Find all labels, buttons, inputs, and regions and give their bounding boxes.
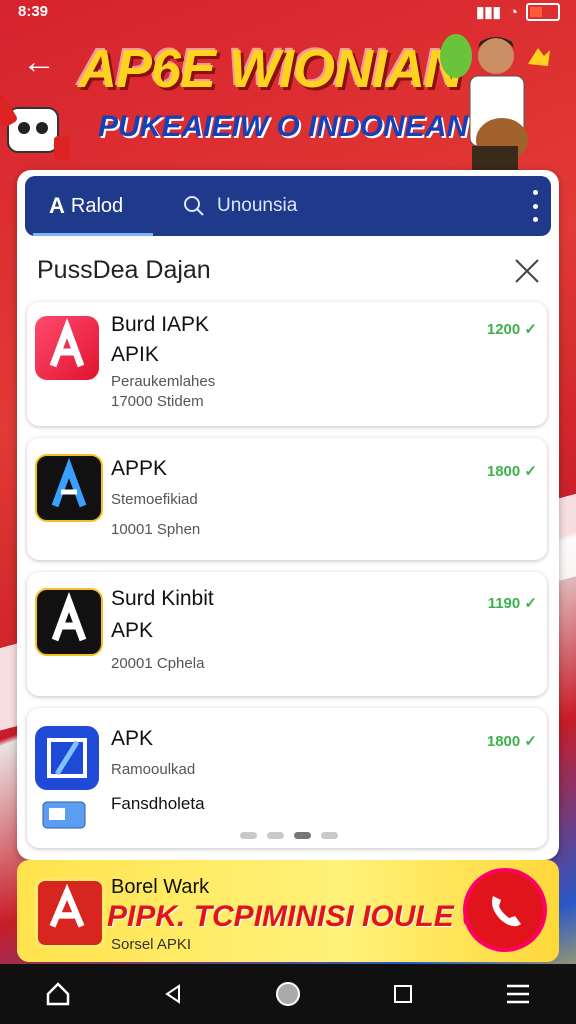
list-item[interactable]: APPK Stemoefikiad 10001 Sphen 1800 ✓	[27, 438, 547, 560]
download-count: 1800 ✓	[486, 463, 537, 480]
app-meta: 17000 Stidem	[111, 393, 204, 410]
back-triangle-icon[interactable]	[153, 974, 193, 1014]
hero-subtitle: PUKEAIEIW O INDONEAN	[98, 110, 469, 143]
list-item[interactable]: APK Ramooulkad Fansdholeta 1800 ✓	[27, 708, 547, 848]
more-options-icon[interactable]	[525, 190, 545, 222]
app-logo-pink-icon	[35, 316, 99, 380]
system-navigation-bar	[0, 964, 576, 1024]
wifi-icon: ◔	[508, 3, 518, 21]
tab-indicator	[33, 233, 153, 236]
share-icon[interactable]	[524, 42, 554, 72]
card-chip-icon	[42, 801, 86, 829]
tab-ralod[interactable]: A Ralod	[33, 176, 153, 236]
download-count: 1190 ✓	[487, 595, 537, 612]
page-dot[interactable]	[240, 832, 257, 839]
app-logo-dark-icon	[35, 588, 103, 656]
app-logo-blue-icon	[35, 726, 99, 790]
download-count: 1800 ✓	[486, 733, 537, 750]
search-icon	[184, 196, 204, 216]
app-name-line2: APIK	[111, 343, 159, 366]
list-item[interactable]: Burd IAPK APIK Peraukemlahes 17000 Stide…	[27, 302, 547, 426]
page-dot-active[interactable]	[294, 832, 311, 839]
promo-app-icon	[35, 878, 105, 948]
app-name-line2: APK	[111, 619, 154, 642]
app-meta: 20001 Cphela	[111, 655, 205, 672]
status-bar: 8:39 ▮▮▮ ◔	[0, 0, 576, 26]
status-time: 8:39	[18, 3, 49, 20]
app-description: Ramooulkad	[111, 761, 196, 778]
close-icon[interactable]	[512, 256, 542, 286]
signal-icon: ▮▮▮	[476, 4, 501, 21]
app-list-card: A Ralod Unounsia PussDea Dajan Burd IAPK…	[17, 170, 559, 860]
pagination-dots	[240, 832, 338, 839]
hero-banner: ← AP6E WIONIAN PUKEAIEIW O INDONEAN	[0, 26, 576, 176]
promo-banner[interactable]: Borel Wark PIPK. TCPIMINISI IOULE 600% S…	[17, 860, 559, 962]
list-item[interactable]: Surd Kinbit APK 20001 Cphela 1190 ✓	[27, 572, 547, 696]
robot-mascot-icon	[0, 95, 70, 160]
tab-label: Ralod	[70, 194, 124, 217]
app-meta: Fansdholeta	[111, 794, 205, 813]
section-title: PussDea Dajan	[37, 256, 211, 284]
status-icons: ▮▮▮ ◔	[476, 3, 560, 21]
home-icon[interactable]	[38, 974, 78, 1014]
home-circle-icon[interactable]	[268, 974, 308, 1014]
top-navigation-bar: A Ralod Unounsia	[25, 176, 551, 236]
app-logo-black-icon	[35, 454, 103, 522]
app-description: Peraukemlahes	[111, 373, 216, 390]
hero-title: AP6E WIONIAN	[78, 39, 463, 99]
menu-icon[interactable]	[498, 974, 538, 1014]
search-input[interactable]: Unounsia	[177, 186, 513, 226]
promo-title: Borel Wark	[111, 876, 210, 898]
page-dot[interactable]	[321, 832, 338, 839]
download-count: 1200 ✓	[486, 321, 537, 338]
back-arrow-icon[interactable]: ←	[22, 44, 58, 80]
app-meta: 10001 Sphen	[111, 521, 201, 538]
recents-icon[interactable]	[383, 974, 423, 1014]
tab-logo-icon: A	[49, 193, 65, 218]
app-name: Burd IAPK	[111, 313, 210, 336]
page-dot[interactable]	[267, 832, 284, 839]
phone-call-icon[interactable]	[467, 872, 543, 948]
search-placeholder: Unounsia	[217, 195, 298, 216]
app-name: APPK	[111, 457, 168, 480]
app-name: Surd Kinbit	[111, 587, 214, 610]
promo-subtitle: Sorsel APKI	[111, 936, 192, 953]
app-name: APK	[111, 727, 154, 750]
app-description: Stemoefikiad	[111, 491, 198, 508]
battery-icon	[526, 3, 560, 21]
